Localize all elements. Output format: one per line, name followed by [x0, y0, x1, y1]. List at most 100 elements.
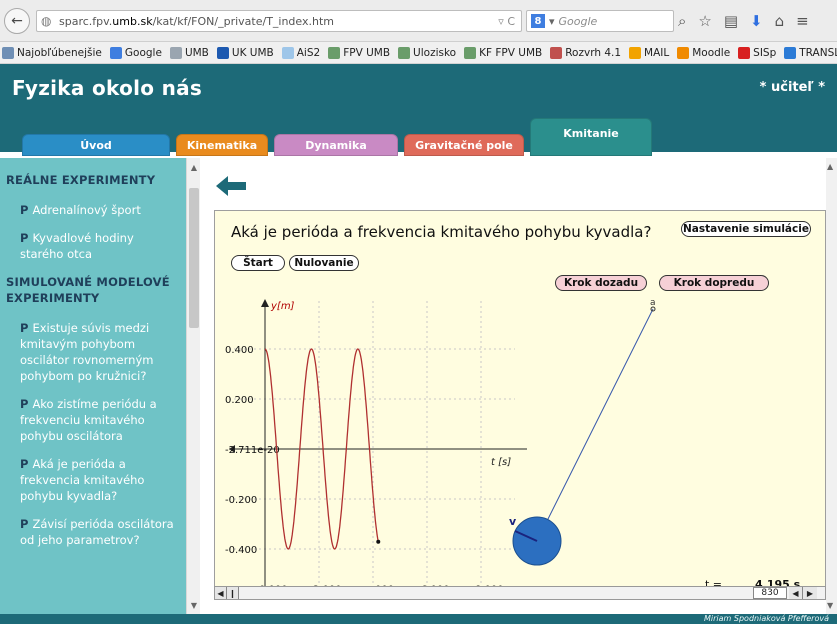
pendulum-string: [536, 308, 654, 542]
sidebar-link[interactable]: P Adrenalínový šport: [20, 202, 178, 218]
tab-gravitacne-pole[interactable]: Gravitačné pole: [404, 134, 524, 156]
bookmark-icon: [281, 46, 294, 59]
y-tick-label: -0.400: [225, 545, 257, 556]
timeline-scrollbar[interactable]: ◀ ❙ 830 ◀ ▶: [214, 586, 826, 600]
bookmark-icon: [216, 46, 229, 59]
bookmarks-bar: Najobľúbenejšie Google UMB UK UMB AiS2 FPV UM…: [0, 42, 837, 64]
tab-uvod[interactable]: Úvod: [22, 134, 170, 156]
bookmark-icon: [550, 46, 563, 59]
star-icon[interactable]: ☆: [698, 12, 711, 30]
bookmark-label: FPV UMB: [343, 46, 391, 59]
bookmark-label: Ulozisko: [413, 46, 457, 59]
bookmark-item[interactable]: MAIL: [629, 46, 669, 59]
bookmark-item[interactable]: UMB: [169, 46, 209, 59]
bookmark-icon: [464, 46, 477, 59]
download-icon[interactable]: ⬇: [750, 12, 763, 30]
sidebar-section-real: REÁLNE EXPERIMENTY: [6, 173, 156, 187]
sidebar-link-bullet: P: [20, 203, 29, 217]
bookmark-icon: [169, 46, 182, 59]
bookmark-icon: [677, 46, 690, 59]
bookmark-icon: [398, 46, 411, 59]
search-icon[interactable]: ⌕: [678, 12, 686, 30]
bookmark-item[interactable]: FPV UMB: [328, 46, 391, 59]
site-title: Fyzika okolo nás: [12, 76, 203, 100]
sidebar-scrollbar[interactable]: ▲ ▼: [186, 158, 200, 614]
simulation-panel: Aká je perióda a frekvencia kmitavého po…: [214, 210, 826, 600]
sidebar: REÁLNE EXPERIMENTY P Adrenalínový šport P K…: [0, 158, 186, 614]
sidebar-link-label: Existuje súvis medzi kmitavým pohybom os…: [20, 321, 154, 383]
bookmark-item[interactable]: TRANSLATOR: [784, 46, 837, 59]
search-input[interactable]: 8 ▾ Google: [526, 10, 674, 32]
scroll-down-icon[interactable]: ▼: [187, 598, 201, 612]
sidebar-section-simulated: SIMULOVANÉ MODELOVÉ EXPERIMENTY: [6, 275, 170, 305]
sidebar-link-label: Adrenalínový šport: [32, 203, 141, 217]
bookmark-label: KF FPV UMB: [479, 46, 543, 59]
bookmark-label: TRANSLATOR: [799, 46, 837, 59]
clipboard-icon[interactable]: ▤: [724, 12, 738, 30]
main-scrollbar[interactable]: ▲ ▼: [826, 158, 837, 614]
sidebar-link[interactable]: P Závisí perióda oscilátora od jeho param…: [20, 516, 178, 548]
author-credit: Miriam Spodniaková Pfefferová: [704, 614, 829, 623]
sidebar-link[interactable]: P Aká je perióda a frekvencia kmitavého p…: [20, 456, 178, 504]
bookmark-label: Moodle: [692, 46, 731, 59]
step-back-icon[interactable]: ◀: [789, 587, 803, 599]
url-bar[interactable]: ◍ sparc.fpv.umb.sk/kat/kf/FON/_private/T…: [36, 10, 522, 32]
menu-icon[interactable]: ≡: [796, 12, 809, 30]
tab-kinematika[interactable]: Kinematika: [176, 134, 268, 156]
bookmark-label: UMB: [184, 46, 209, 59]
bookmark-icon: [629, 46, 642, 59]
url-text: sparc.fpv.umb.sk/kat/kf/FON/_private/T_i…: [59, 14, 334, 28]
bookmark-item[interactable]: AiS2: [281, 46, 320, 59]
bookmark-item[interactable]: UK UMB: [216, 46, 274, 59]
footer: Miriam Spodniaková Pfefferová: [0, 614, 837, 624]
frame-counter: 830: [753, 587, 787, 599]
browser-window: ← ◍ sparc.fpv.umb.sk/kat/kf/FON/_private…: [0, 0, 837, 624]
timeline-pause-icon[interactable]: ❙: [227, 587, 239, 599]
dropdown-icon: ▾: [549, 14, 555, 28]
bookmark-item[interactable]: SISp: [738, 46, 776, 59]
y-tick-label: 0.400: [225, 345, 254, 356]
bookmark-icon: [784, 46, 797, 59]
bookmark-item[interactable]: Ulozisko: [398, 46, 457, 59]
sidebar-link-label: Kyvadlové hodiny starého otca: [20, 231, 134, 261]
bookmark-item[interactable]: Moodle: [677, 46, 731, 59]
bookmark-item[interactable]: Najobľúbenejšie: [2, 46, 102, 59]
back-arrow-icon[interactable]: [214, 174, 248, 198]
y-tick-label: 0.200: [225, 395, 254, 406]
graph-area: y[m] t [s] 0.400 0.200 -2.711e-20 -0.200 -0.40…: [225, 298, 656, 596]
sidebar-link-label: Ako zistíme periódu a frekvenciu kmitavé…: [20, 397, 157, 443]
sidebar-link-bullet: P: [20, 517, 29, 531]
sidebar-link[interactable]: P Ako zistíme periódu a frekvenciu kmitav…: [20, 396, 178, 444]
reload-icon[interactable]: ▿ C: [498, 15, 515, 28]
timeline-start-icon[interactable]: ◀: [215, 587, 227, 599]
sidebar-link-bullet: P: [20, 321, 29, 335]
sidebar-link-label: Závisí perióda oscilátora od jeho parame…: [20, 517, 174, 547]
bookmark-label: Najobľúbenejšie: [17, 46, 102, 59]
bookmark-icon: [109, 46, 122, 59]
tab-kmitanie[interactable]: Kmitanie: [530, 118, 652, 156]
browser-toolbar: ← ◍ sparc.fpv.umb.sk/kat/kf/FON/_private…: [0, 0, 837, 42]
tab-dynamika[interactable]: Dynamika: [274, 134, 398, 156]
bookmark-item[interactable]: Google: [109, 46, 162, 59]
sidebar-scroll-thumb[interactable]: [189, 188, 199, 328]
y-tick-label: -2.711e-20: [225, 445, 280, 456]
x-axis-label: t [s]: [491, 457, 511, 468]
bookmark-item[interactable]: Rozvrh 4.1: [550, 46, 621, 59]
step-forward-icon[interactable]: ▶: [803, 587, 817, 599]
user-role: * učiteľ *: [759, 80, 825, 95]
scroll-up-icon[interactable]: ▲: [827, 162, 833, 171]
home-icon[interactable]: ⌂: [775, 12, 785, 30]
scroll-up-icon[interactable]: ▲: [187, 160, 201, 174]
globe-icon: ◍: [41, 14, 52, 28]
bookmark-item[interactable]: KF FPV UMB: [464, 46, 543, 59]
arrow-left-icon: ←: [11, 13, 23, 29]
curve-end-point: [376, 539, 381, 544]
back-button[interactable]: ←: [4, 8, 30, 34]
y-axis-label: y[m]: [270, 301, 295, 312]
sidebar-link[interactable]: P Kyvadlové hodiny starého otca: [20, 230, 178, 262]
bookmark-icon: [738, 46, 751, 59]
sidebar-link-bullet: P: [20, 397, 29, 411]
sidebar-link[interactable]: P Existuje súvis medzi kmitavým pohybom o…: [20, 320, 178, 384]
pendulum-label: a: [650, 298, 656, 308]
scroll-down-icon[interactable]: ▼: [827, 601, 833, 610]
